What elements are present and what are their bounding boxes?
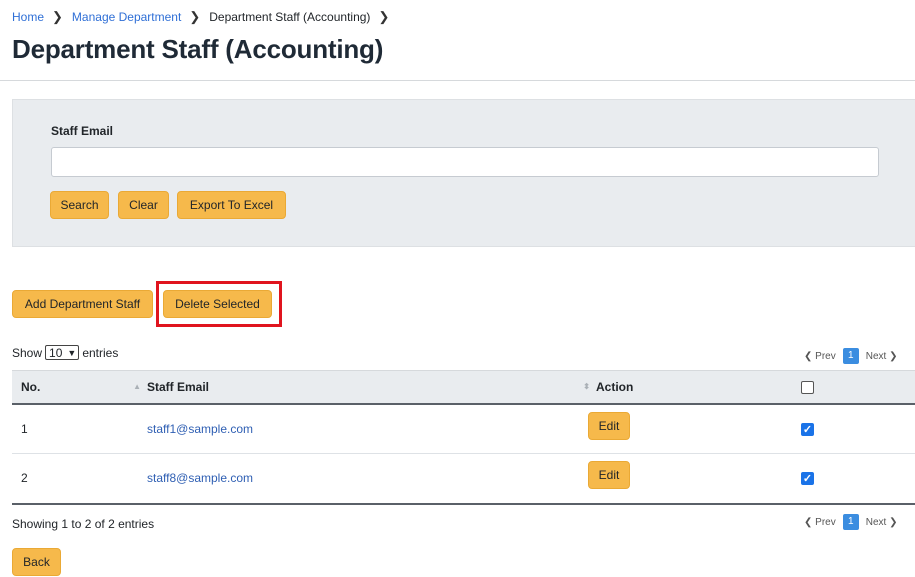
add-department-staff-button[interactable]: Add Department Staff bbox=[12, 290, 153, 318]
select-all-checkbox[interactable] bbox=[801, 380, 814, 394]
entries-label: entries bbox=[82, 345, 119, 360]
next-page-button[interactable]: Next ❯ bbox=[866, 351, 898, 362]
export-to-excel-button[interactable]: Export To Excel bbox=[177, 191, 286, 219]
prev-page-button[interactable]: ❮ Prev bbox=[804, 351, 836, 362]
row-checkbox[interactable]: ✓ bbox=[801, 472, 814, 486]
clear-button[interactable]: Clear bbox=[118, 191, 169, 219]
row-number: 1 bbox=[21, 421, 28, 436]
title-divider bbox=[0, 80, 915, 81]
staff-email-cell: staff8@sample.com bbox=[147, 471, 254, 486]
page-1-button[interactable]: 1 bbox=[842, 514, 859, 530]
staff-email-cell: staff1@sample.com bbox=[147, 421, 254, 436]
entries-length-control: Show 10 ▼ entries bbox=[12, 345, 118, 360]
show-label: Show bbox=[12, 345, 43, 360]
chevron-down-icon: ▼ bbox=[67, 347, 77, 358]
next-page-button[interactable]: Next ❯ bbox=[866, 517, 898, 528]
page-title: Department Staff (Accounting) bbox=[12, 34, 384, 64]
row-checkbox[interactable]: ✓ bbox=[801, 422, 814, 436]
entries-select-value: 10 bbox=[49, 345, 63, 360]
breadcrumb-manage-department-link[interactable]: Manage Department bbox=[72, 10, 181, 24]
column-header-staff-email[interactable]: Staff Email ⬍ bbox=[138, 370, 590, 405]
prev-page-button[interactable]: ❮ Prev bbox=[804, 517, 836, 528]
page-1-button[interactable]: 1 bbox=[842, 348, 859, 364]
edit-button[interactable]: Edit bbox=[588, 411, 630, 440]
staff-table: No. ▲ Staff Email ⬍ Action 1 staff1@samp… bbox=[12, 370, 915, 505]
entries-select[interactable]: 10 ▼ bbox=[45, 345, 80, 360]
back-button[interactable]: Back bbox=[12, 548, 61, 576]
staff-email-input[interactable] bbox=[51, 147, 879, 177]
pagination-top: ❮ Prev 1 Next ❯ bbox=[804, 348, 897, 364]
breadcrumb: Home ❯ Manage Department ❯ Department St… bbox=[12, 9, 398, 25]
table-row: 1 staff1@sample.com Edit ✓ bbox=[12, 404, 915, 454]
pagination-bottom: ❮ Prev 1 Next ❯ bbox=[804, 514, 897, 530]
column-header-no[interactable]: No. ▲ bbox=[12, 370, 141, 405]
chevron-right-icon: ❯ bbox=[189, 9, 201, 24]
row-number: 2 bbox=[21, 471, 28, 486]
search-button[interactable]: Search bbox=[50, 191, 109, 219]
edit-button[interactable]: Edit bbox=[588, 461, 630, 490]
breadcrumb-current: Department Staff (Accounting) bbox=[209, 10, 371, 24]
highlight-box bbox=[156, 281, 282, 327]
table-row: 2 staff8@sample.com Edit ✓ bbox=[12, 454, 915, 504]
breadcrumb-home-link[interactable]: Home bbox=[12, 10, 44, 24]
chevron-right-icon: ❯ bbox=[52, 9, 63, 24]
column-header-select-all bbox=[787, 370, 915, 405]
table-info: Showing 1 to 2 of 2 entries bbox=[12, 517, 155, 531]
column-header-action: Action bbox=[587, 370, 787, 405]
chevron-right-icon: ❯ bbox=[378, 9, 390, 24]
table-header-row: No. ▲ Staff Email ⬍ Action bbox=[12, 370, 915, 405]
staff-email-label: Staff Email bbox=[51, 124, 114, 138]
filter-panel: Staff Email Search Clear Export To Excel bbox=[12, 99, 915, 247]
